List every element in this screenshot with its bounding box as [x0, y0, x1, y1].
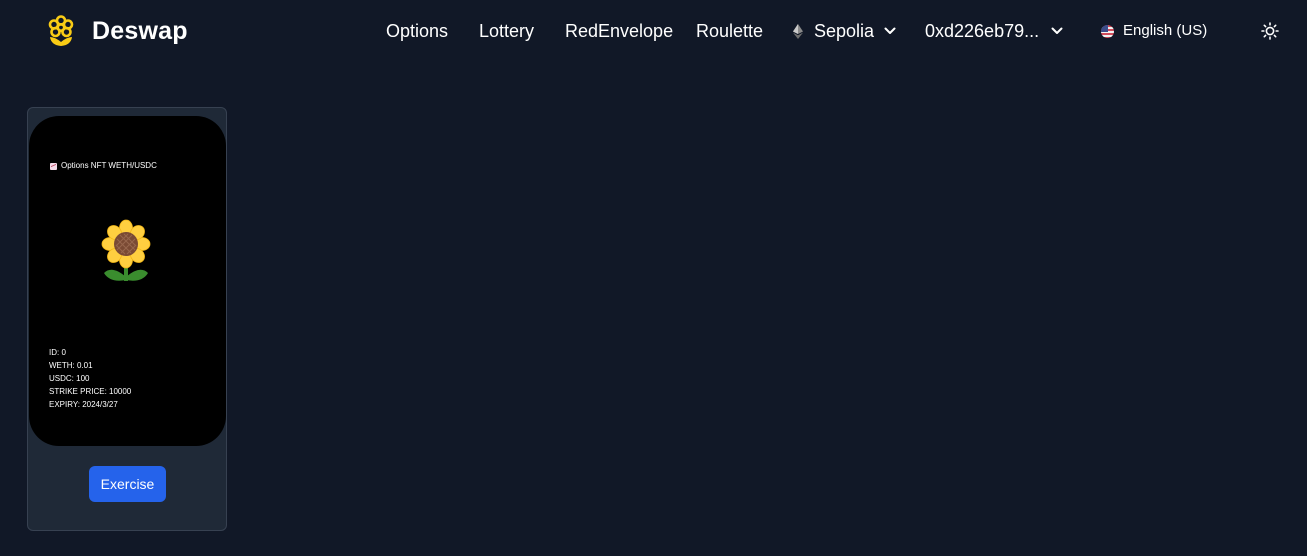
flower-logo-icon — [48, 15, 74, 46]
nft-details: ID: 0 WETH: 0.01 USDC: 100 STRIKE PRICE:… — [49, 346, 131, 411]
top-navbar: Deswap Options Lottery RedEnvelope Roule… — [0, 0, 1307, 64]
nft-title-text: Options NFT WETH/USDC — [61, 161, 157, 170]
network-label: Sepolia — [814, 21, 875, 41]
nav-link-options[interactable]: Options — [386, 20, 448, 42]
chart-icon — [50, 162, 57, 170]
ethereum-icon — [793, 23, 803, 39]
nft-detail-expiry: EXPIRY: 2024/3/27 — [49, 400, 118, 409]
us-flag-icon — [1101, 24, 1114, 38]
nav-link-roulette[interactable]: Roulette — [696, 20, 763, 42]
theme-toggle-button[interactable] — [1261, 22, 1279, 40]
language-label: English (US) — [1123, 22, 1208, 39]
brand-home-link[interactable]: Deswap — [46, 14, 188, 48]
account-selector[interactable]: 0xd226eb79... — [925, 20, 1063, 42]
account-address: 0xd226eb79... — [925, 21, 1040, 41]
nft-title: Options NFT WETH/USDC — [50, 161, 157, 171]
nft-detail-id: ID: 0 — [49, 348, 66, 357]
nav-link-redenvelope[interactable]: RedEnvelope — [565, 20, 673, 42]
sun-icon — [1261, 22, 1279, 40]
language-selector[interactable]: English (US) — [1101, 21, 1207, 41]
brand-name: Deswap — [92, 16, 188, 45]
nav-link-lottery[interactable]: Lottery — [479, 20, 534, 42]
exercise-button[interactable]: Exercise — [89, 466, 166, 502]
nft-detail-usdc: USDC: 100 — [49, 374, 90, 383]
nft-preview: Options NFT WETH/USDC ID: 0 WETH: 0.01 U… — [29, 116, 226, 446]
network-selector[interactable]: Sepolia — [793, 20, 896, 42]
chevron-down-icon — [884, 27, 896, 34]
sunflower-icon — [98, 219, 154, 285]
chevron-down-icon — [1051, 27, 1063, 34]
nft-detail-weth: WETH: 0.01 — [49, 361, 93, 370]
option-nft-card: Options NFT WETH/USDC ID: 0 WETH: 0.01 U… — [27, 107, 227, 531]
nft-detail-strike-price: STRIKE PRICE: 10000 — [49, 387, 132, 396]
